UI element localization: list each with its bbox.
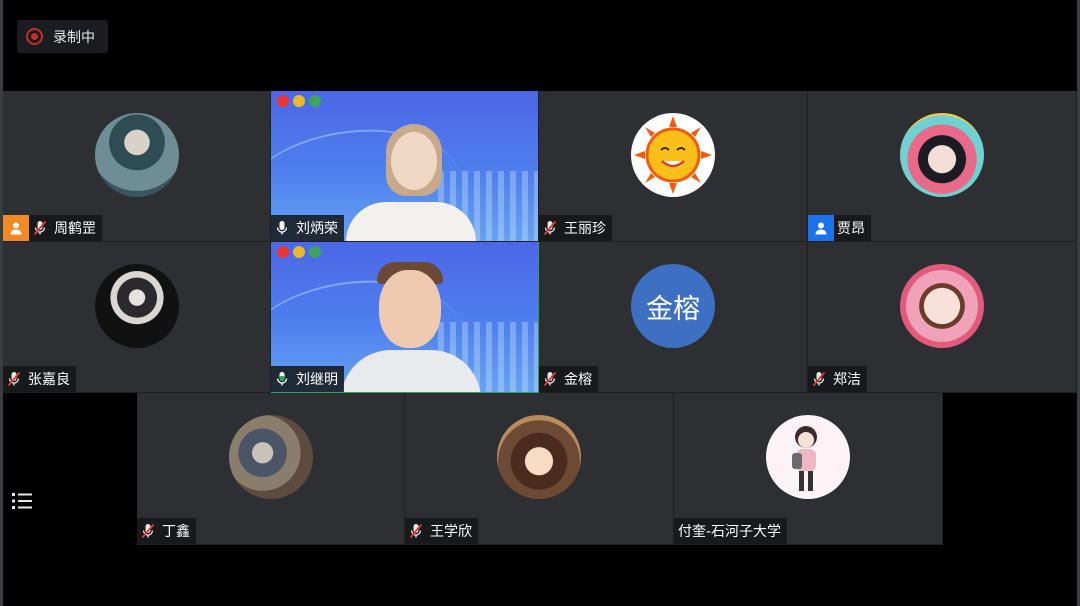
participant-nametag: 贾昂 (808, 215, 871, 241)
participant-nametag: 郑洁 (808, 366, 867, 392)
avatar-initials: 金榕 (646, 293, 700, 325)
participant-avatar (766, 415, 850, 499)
participant-nametag: 付奎-石河子大学 (674, 518, 788, 544)
participant-nametag: 王学欣 (405, 518, 478, 544)
participant-nametag: 张嘉良 (3, 366, 76, 392)
participant-tile[interactable]: 周鹤罡 (3, 91, 271, 242)
participant-name: 王丽珍 (564, 221, 606, 237)
user-icon (808, 215, 834, 241)
participant-avatar: 金榕 (631, 264, 715, 348)
participant-avatar (900, 113, 984, 197)
participant-avatar (631, 113, 715, 197)
participant-video (341, 262, 481, 392)
participant-avatar (94, 113, 179, 197)
participant-avatar (497, 415, 581, 499)
mic-muted-icon (539, 215, 561, 241)
participant-name: 王学欣 (430, 524, 472, 540)
participant-tile[interactable]: 张嘉良 (3, 242, 271, 393)
participant-video-tile-speaking[interactable]: 刘继明 (271, 242, 539, 393)
user-icon (3, 215, 29, 241)
participant-name: 刘炳荣 (296, 221, 338, 237)
participant-tile[interactable]: 付奎-石河子大学 (674, 393, 943, 545)
participant-tile[interactable]: 王学欣 (405, 393, 674, 545)
mic-muted-icon (137, 518, 159, 544)
participant-name: 金榕 (564, 372, 592, 388)
participant-nametag: 金榕 (539, 366, 598, 392)
participant-name: 周鹤罡 (54, 221, 96, 237)
participant-video (346, 124, 476, 241)
participant-name: 丁鑫 (162, 524, 190, 540)
participant-video-tile[interactable]: 刘炳荣 (271, 91, 539, 242)
mic-muted-icon (539, 366, 561, 392)
participant-tile[interactable]: 贾昂 (808, 91, 1077, 242)
stage-logos (277, 95, 321, 107)
participant-name: 贾昂 (837, 221, 865, 237)
mic-icon (271, 215, 293, 241)
mic-muted-icon (405, 518, 427, 544)
stage-logos (277, 246, 321, 258)
participant-name: 张嘉良 (28, 372, 70, 388)
participant-tile[interactable]: 丁鑫 (137, 393, 405, 545)
record-icon (26, 28, 43, 45)
recording-label: 录制中 (53, 29, 95, 46)
participant-nametag: 丁鑫 (137, 518, 196, 544)
participant-avatar (228, 415, 313, 499)
mic-muted-icon (29, 215, 51, 241)
participant-name: 郑洁 (833, 372, 861, 388)
recording-indicator[interactable]: 录制中 (17, 20, 108, 53)
participant-nametag: 刘炳荣 (271, 215, 344, 241)
participant-avatar (900, 264, 984, 348)
participant-nametag: 王丽珍 (539, 215, 612, 241)
mic-muted-icon (808, 366, 830, 392)
participant-nametag: 刘继明 (271, 366, 344, 392)
participant-name: 刘继明 (296, 372, 338, 388)
mic-muted-icon (3, 366, 25, 392)
participant-tile[interactable]: 金榕 金榕 (539, 242, 808, 393)
mic-icon (271, 366, 293, 392)
participant-list-button[interactable] (3, 482, 41, 520)
participant-tile[interactable]: 郑洁 (808, 242, 1077, 393)
participant-tile[interactable]: 王丽珍 (539, 91, 808, 242)
participant-avatar (94, 264, 179, 348)
list-menu-icon (12, 493, 32, 509)
participant-name: 付奎-石河子大学 (678, 524, 782, 540)
participant-nametag: 周鹤罡 (3, 215, 102, 241)
